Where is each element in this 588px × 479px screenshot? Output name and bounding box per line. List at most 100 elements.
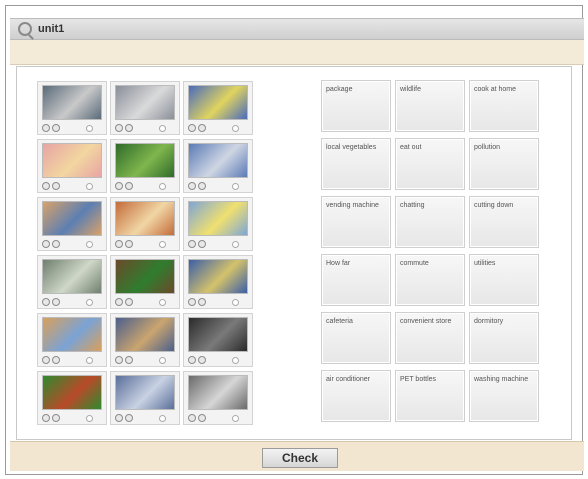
play-audio-icon[interactable] [115,414,123,422]
store-shelves-photo [42,85,102,120]
image-card[interactable] [37,313,107,367]
select-radio[interactable] [159,241,166,248]
image-card[interactable] [183,313,253,367]
image-card[interactable] [37,197,107,251]
word-card[interactable]: washing machine [469,370,539,422]
image-card[interactable] [110,371,180,425]
word-card[interactable]: How far [321,254,391,306]
word-card[interactable]: utilities [469,254,539,306]
word-card[interactable]: package [321,80,391,132]
stop-audio-icon[interactable] [125,298,133,306]
select-radio[interactable] [159,125,166,132]
stop-audio-icon[interactable] [52,414,60,422]
stop-audio-icon[interactable] [52,124,60,132]
word-card[interactable]: vending machine [321,196,391,248]
word-card[interactable]: dormitory [469,312,539,364]
select-radio[interactable] [232,183,239,190]
stop-audio-icon[interactable] [198,124,206,132]
image-card[interactable] [110,255,180,309]
word-card[interactable]: cutting down [469,196,539,248]
city-night-photo [188,317,248,352]
word-card[interactable]: chatting [395,196,465,248]
select-radio[interactable] [232,415,239,422]
image-card[interactable] [183,255,253,309]
play-audio-icon[interactable] [188,298,196,306]
play-audio-icon[interactable] [188,240,196,248]
word-card[interactable]: pollution [469,138,539,190]
window-title: unit1 [38,23,65,35]
select-radio[interactable] [232,357,239,364]
word-card[interactable]: PET bottles [395,370,465,422]
play-audio-icon[interactable] [188,356,196,364]
image-card[interactable] [37,371,107,425]
play-audio-icon[interactable] [42,240,50,248]
play-audio-icon[interactable] [115,298,123,306]
stop-audio-icon[interactable] [125,356,133,364]
stop-audio-icon[interactable] [52,298,60,306]
select-radio[interactable] [232,125,239,132]
select-radio[interactable] [232,299,239,306]
word-card[interactable]: cook at home [469,80,539,132]
image-card[interactable] [110,313,180,367]
image-card[interactable] [183,81,253,135]
play-audio-icon[interactable] [115,240,123,248]
stop-audio-icon[interactable] [125,124,133,132]
stop-audio-icon[interactable] [52,356,60,364]
stop-audio-icon[interactable] [198,414,206,422]
select-radio[interactable] [86,183,93,190]
image-card[interactable] [37,81,107,135]
image-card[interactable] [37,255,107,309]
stop-audio-icon[interactable] [52,240,60,248]
select-radio[interactable] [159,183,166,190]
image-card[interactable] [183,139,253,193]
select-radio[interactable] [86,357,93,364]
word-card[interactable]: cafeteria [321,312,391,364]
play-audio-icon[interactable] [188,182,196,190]
people-eating-clipart [42,143,102,178]
search-icon[interactable] [18,22,32,36]
select-radio[interactable] [86,125,93,132]
image-card[interactable] [110,197,180,251]
select-radio[interactable] [232,241,239,248]
stop-audio-icon[interactable] [125,240,133,248]
word-card[interactable]: eat out [395,138,465,190]
stop-audio-icon[interactable] [198,240,206,248]
play-audio-icon[interactable] [115,356,123,364]
word-card[interactable]: local vegetables [321,138,391,190]
image-card[interactable] [183,197,253,251]
image-card[interactable] [37,139,107,193]
word-card-label: vending machine [326,202,379,209]
stop-audio-icon[interactable] [198,182,206,190]
stop-audio-icon[interactable] [198,356,206,364]
stop-audio-icon[interactable] [125,414,133,422]
select-radio[interactable] [86,299,93,306]
select-radio[interactable] [86,241,93,248]
word-card[interactable]: commute [395,254,465,306]
play-audio-icon[interactable] [42,124,50,132]
stop-audio-icon[interactable] [125,182,133,190]
stop-audio-icon[interactable] [198,298,206,306]
select-radio[interactable] [159,415,166,422]
play-audio-icon[interactable] [42,182,50,190]
select-radio[interactable] [86,415,93,422]
word-card-label: dormitory [474,318,504,325]
play-audio-icon[interactable] [188,414,196,422]
stop-audio-icon[interactable] [52,182,60,190]
play-audio-icon[interactable] [115,124,123,132]
play-audio-icon[interactable] [42,298,50,306]
word-card-label: eat out [400,144,422,151]
word-card[interactable]: wildlife [395,80,465,132]
image-card[interactable] [183,371,253,425]
select-radio[interactable] [159,357,166,364]
word-card[interactable]: convenient store [395,312,465,364]
image-card[interactable] [110,81,180,135]
check-button[interactable]: Check [262,448,338,468]
play-audio-icon[interactable] [115,182,123,190]
select-radio[interactable] [159,299,166,306]
image-card[interactable] [110,139,180,193]
play-audio-icon[interactable] [42,356,50,364]
play-audio-icon[interactable] [42,414,50,422]
word-card-label: chatting [400,202,425,209]
play-audio-icon[interactable] [188,124,196,132]
word-card[interactable]: air conditioner [321,370,391,422]
